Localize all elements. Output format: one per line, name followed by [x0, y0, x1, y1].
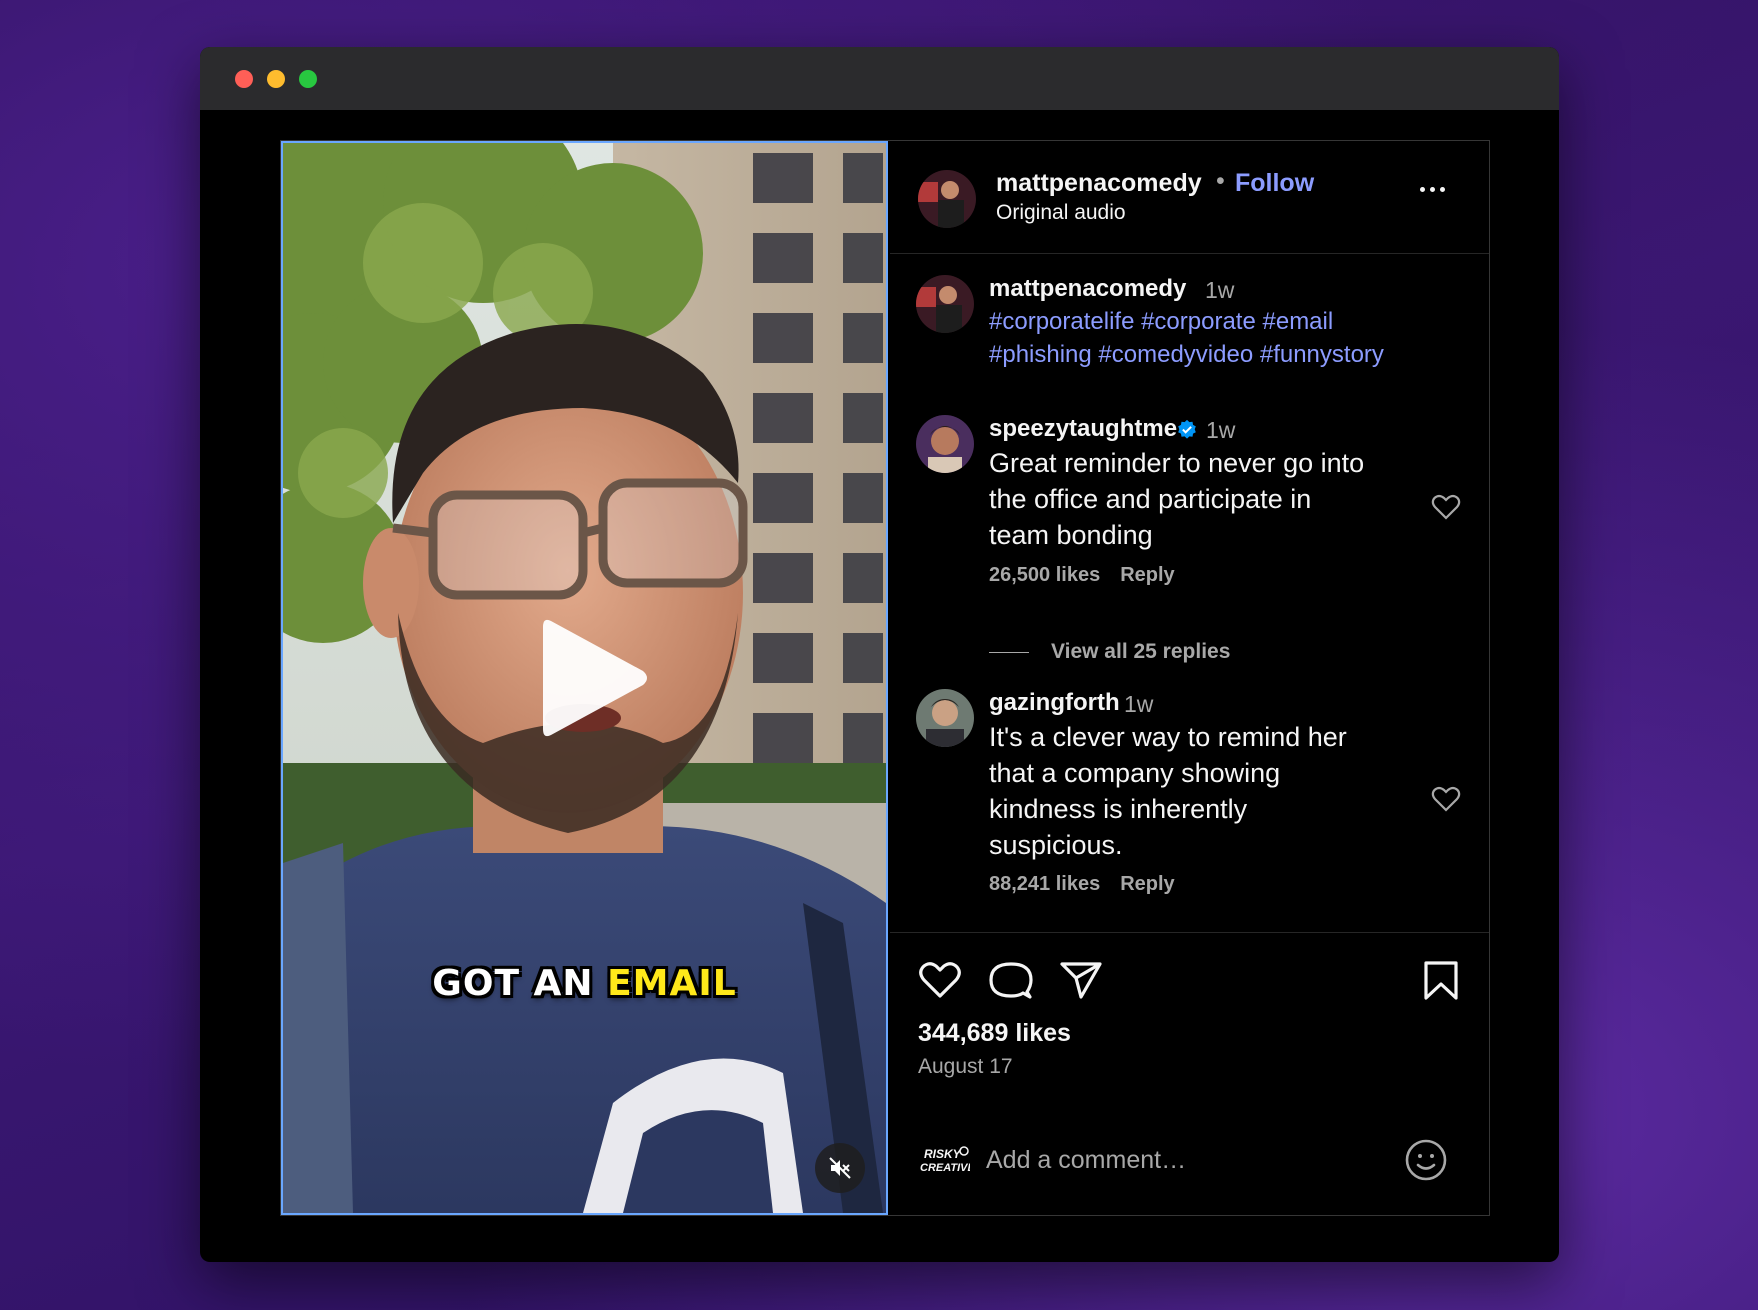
- comment-text-line: It's a clever way to remind her: [989, 722, 1347, 752]
- caption-username[interactable]: mattpenacomedy: [989, 275, 1186, 303]
- current-user-avatar: RISKY CREATIVE: [920, 1146, 970, 1174]
- commenter-avatar[interactable]: [916, 415, 974, 473]
- emoji-icon[interactable]: [1404, 1138, 1448, 1182]
- post-date: August 17: [918, 1055, 1013, 1078]
- comment-text-line: that a company showing: [989, 758, 1281, 788]
- comment-text-line: Great reminder to never go into: [989, 448, 1365, 478]
- view-replies-label: View all 25 replies: [1051, 640, 1231, 663]
- comment-text: Great reminder to never go into the offi…: [989, 445, 1409, 553]
- close-window-button[interactable]: [235, 70, 253, 88]
- caption-avatar[interactable]: [916, 275, 974, 333]
- post-header: mattpenacomedy • Follow Original audio: [890, 141, 1489, 254]
- more-options-icon[interactable]: [1420, 181, 1460, 201]
- title-bar: [200, 47, 1559, 110]
- mute-button[interactable]: [815, 1143, 865, 1193]
- post-actions: 344,689 likes August 17 RISKY CREATIVE: [890, 932, 1489, 1215]
- like-comment-heart-icon[interactable]: [1431, 785, 1461, 813]
- comment-text-line: the office and participate in: [989, 484, 1312, 514]
- follow-button[interactable]: Follow: [1235, 169, 1314, 198]
- post-modal: GOT AN EMAIL mattpenacomedy • Follow Ori…: [280, 140, 1490, 1216]
- minimize-window-button[interactable]: [267, 70, 285, 88]
- view-replies-button[interactable]: View all 25 replies: [989, 640, 1230, 664]
- commenter-avatar[interactable]: [916, 689, 974, 747]
- comment-time: 1w: [1124, 691, 1154, 717]
- comment-text-line: suspicious.: [989, 830, 1123, 860]
- comment-text-line: team bonding: [989, 520, 1153, 550]
- author-avatar[interactable]: [918, 170, 976, 228]
- post-side-panel: mattpenacomedy • Follow Original audio m…: [890, 141, 1489, 1215]
- commenter-username[interactable]: speezytaughtme: [989, 415, 1177, 443]
- share-icon[interactable]: [1059, 960, 1103, 1000]
- video-caption: GOT AN EMAIL: [283, 963, 886, 1004]
- hashtags-line-1[interactable]: #corporatelife #corporate #email: [989, 305, 1469, 338]
- comment-likes[interactable]: 88,241 likes: [989, 873, 1100, 895]
- heart-icon[interactable]: [918, 960, 962, 1000]
- play-icon[interactable]: [533, 613, 653, 743]
- comment-likes[interactable]: 26,500 likes: [989, 564, 1100, 586]
- post-likes-count[interactable]: 344,689 likes: [918, 1019, 1071, 1048]
- bookmark-icon[interactable]: [1421, 960, 1461, 1002]
- comment-icon[interactable]: [989, 960, 1033, 1002]
- author-username[interactable]: mattpenacomedy: [996, 169, 1202, 198]
- comment-meta: 88,241 likes Reply: [989, 873, 1175, 896]
- caption-hashtags: #corporatelife #corporate #email #phishi…: [989, 305, 1469, 371]
- hashtags-line-2[interactable]: #phishing #comedyvideo #funnystory: [989, 338, 1469, 371]
- mute-icon: [829, 1157, 851, 1179]
- replies-divider: [989, 651, 1029, 653]
- avatar-text-line-2: CREATIVE: [920, 1162, 970, 1174]
- maximize-window-button[interactable]: [299, 70, 317, 88]
- caption-time: 1w: [1205, 277, 1235, 303]
- reply-button[interactable]: Reply: [1120, 873, 1174, 895]
- like-comment-heart-icon[interactable]: [1431, 493, 1461, 521]
- add-comment-input[interactable]: [986, 1140, 1386, 1180]
- comment-meta: 26,500 likes Reply: [989, 564, 1175, 587]
- caption-highlight: EMAIL: [607, 963, 737, 1004]
- reel-video[interactable]: GOT AN EMAIL: [281, 141, 888, 1215]
- reply-button[interactable]: Reply: [1120, 564, 1174, 586]
- commenter-username[interactable]: gazingforth: [989, 689, 1120, 717]
- comment-text: It's a clever way to remind her that a c…: [989, 719, 1409, 863]
- browser-window: GOT AN EMAIL mattpenacomedy • Follow Ori…: [200, 47, 1559, 1262]
- verified-badge-icon: [1178, 419, 1196, 439]
- comment-time: 1w: [1206, 417, 1236, 443]
- comment-text-line: kindness is inherently: [989, 794, 1248, 824]
- original-audio-link[interactable]: Original audio: [996, 201, 1126, 225]
- avatar-text-line-1: RISKY: [924, 1147, 962, 1161]
- caption-text: GOT AN: [432, 963, 608, 1004]
- separator-dot: •: [1216, 167, 1225, 195]
